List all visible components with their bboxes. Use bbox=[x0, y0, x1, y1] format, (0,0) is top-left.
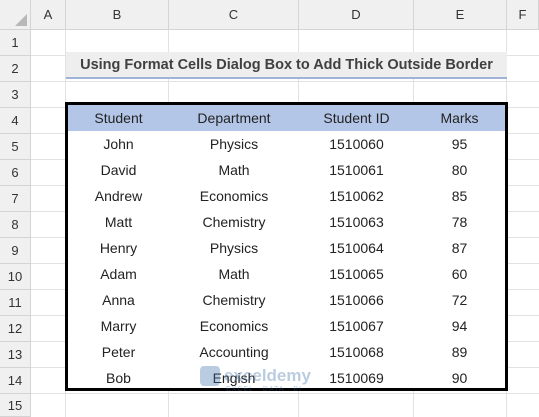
row-header-1[interactable]: 1 bbox=[0, 30, 31, 56]
row-header-11[interactable]: 11 bbox=[0, 290, 31, 316]
select-all-triangle-icon bbox=[15, 14, 27, 26]
row-header-12[interactable]: 12 bbox=[0, 316, 31, 342]
gridline bbox=[31, 81, 539, 82]
table-cell[interactable]: Peter bbox=[68, 339, 169, 365]
table-cell[interactable]: Chemistry bbox=[169, 209, 299, 235]
table-cell[interactable]: 95 bbox=[414, 131, 505, 157]
table-cell[interactable]: Adam bbox=[68, 261, 169, 287]
exceldemy-watermark: exceldemy EXCEL · DATA · BI bbox=[200, 364, 340, 404]
row-header-13[interactable]: 13 bbox=[0, 342, 31, 368]
row-header-2[interactable]: 2 bbox=[0, 56, 31, 82]
row-header-14[interactable]: 14 bbox=[0, 368, 31, 394]
row-header-5[interactable]: 5 bbox=[0, 134, 31, 160]
table-cell[interactable]: 87 bbox=[414, 235, 505, 261]
row-header-6[interactable]: 6 bbox=[0, 160, 31, 186]
table-cell[interactable]: Andrew bbox=[68, 183, 169, 209]
table-cell[interactable]: Physics bbox=[169, 131, 299, 157]
table-cell[interactable]: 1510066 bbox=[299, 287, 414, 313]
row-header-3[interactable]: 3 bbox=[0, 82, 31, 108]
table-cell[interactable]: 1510063 bbox=[299, 209, 414, 235]
table-cell[interactable]: 1510061 bbox=[299, 157, 414, 183]
table-cell[interactable]: 1510067 bbox=[299, 313, 414, 339]
column-header-c[interactable]: C bbox=[169, 0, 299, 30]
column-header-a[interactable]: A bbox=[31, 0, 66, 30]
spreadsheet: A B C D E F 1 2 3 4 5 6 7 8 9 10 11 12 1… bbox=[0, 0, 539, 417]
table-cell[interactable]: Economics bbox=[169, 313, 299, 339]
table-cell[interactable]: Bob bbox=[68, 365, 169, 391]
header-cell-department[interactable]: Department bbox=[169, 105, 299, 131]
table-cell[interactable]: John bbox=[68, 131, 169, 157]
row-header-4[interactable]: 4 bbox=[0, 108, 31, 134]
table-cell[interactable]: 94 bbox=[414, 313, 505, 339]
table-cell[interactable]: 1510062 bbox=[299, 183, 414, 209]
column-header-e[interactable]: E bbox=[414, 0, 507, 30]
table-cell[interactable]: 90 bbox=[414, 365, 505, 391]
table-cell[interactable]: Physics bbox=[169, 235, 299, 261]
header-cell-marks[interactable]: Marks bbox=[414, 105, 505, 131]
table-cell[interactable]: 1510060 bbox=[299, 131, 414, 157]
header-cell-student-id[interactable]: Student ID bbox=[299, 105, 414, 131]
table-header-row: Student Department Student ID Marks bbox=[68, 105, 505, 131]
table-cell[interactable]: Matt bbox=[68, 209, 169, 235]
header-cell-student[interactable]: Student bbox=[68, 105, 169, 131]
watermark-tagline: EXCEL · DATA · BI bbox=[226, 386, 302, 393]
table-cell[interactable]: 1510068 bbox=[299, 339, 414, 365]
column-header-d[interactable]: D bbox=[299, 0, 414, 30]
table-cell[interactable]: 85 bbox=[414, 183, 505, 209]
table-cell[interactable]: 72 bbox=[414, 287, 505, 313]
row-header-7[interactable]: 7 bbox=[0, 186, 31, 212]
row-header-15[interactable]: 15 bbox=[0, 394, 31, 417]
watermark-name: exceldemy bbox=[224, 366, 311, 385]
column-header-f[interactable]: F bbox=[507, 0, 539, 30]
row-header-9[interactable]: 9 bbox=[0, 238, 31, 264]
table-cell[interactable]: 1510065 bbox=[299, 261, 414, 287]
column-header-b[interactable]: B bbox=[66, 0, 169, 30]
table-cell[interactable]: 89 bbox=[414, 339, 505, 365]
table-cell[interactable]: 80 bbox=[414, 157, 505, 183]
table-cell[interactable]: David bbox=[68, 157, 169, 183]
sheet-title[interactable]: Using Format Cells Dialog Box to Add Thi… bbox=[66, 52, 507, 79]
table-cell[interactable]: 78 bbox=[414, 209, 505, 235]
table-cell[interactable]: Math bbox=[169, 157, 299, 183]
table-cell[interactable]: 1510064 bbox=[299, 235, 414, 261]
table-cell[interactable]: Anna bbox=[68, 287, 169, 313]
table-cell[interactable]: Math bbox=[169, 261, 299, 287]
select-all-corner[interactable] bbox=[0, 0, 31, 30]
table-cell[interactable]: Economics bbox=[169, 183, 299, 209]
table-cell[interactable]: Henry bbox=[68, 235, 169, 261]
table-cell[interactable]: Marry bbox=[68, 313, 169, 339]
data-table: Student Department Student ID Marks John… bbox=[65, 102, 508, 391]
table-cell[interactable]: 60 bbox=[414, 261, 505, 287]
table-cell[interactable]: Accounting bbox=[169, 339, 299, 365]
row-header-8[interactable]: 8 bbox=[0, 212, 31, 238]
exceldemy-logo-icon bbox=[200, 366, 220, 386]
row-header-10[interactable]: 10 bbox=[0, 264, 31, 290]
table-cell[interactable]: Chemistry bbox=[169, 287, 299, 313]
